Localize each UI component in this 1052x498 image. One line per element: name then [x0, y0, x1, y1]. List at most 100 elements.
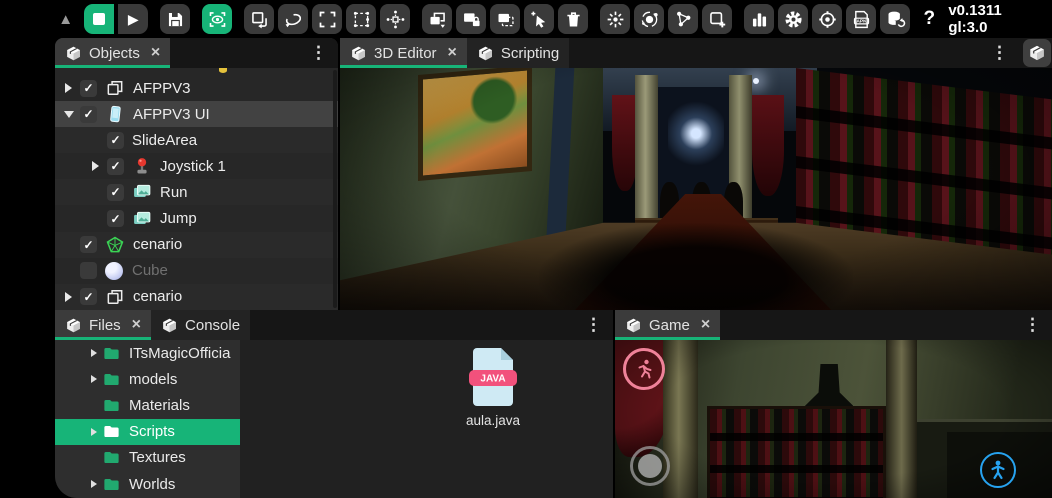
- tab-game[interactable]: Game ×: [615, 310, 720, 340]
- virtual-joystick[interactable]: [630, 446, 670, 486]
- add-object-button[interactable]: [702, 4, 732, 34]
- expand-arrow-icon[interactable]: [65, 292, 72, 302]
- tree-item-label: Joystick 1: [160, 158, 226, 175]
- tree-scrollbar[interactable]: [333, 70, 337, 308]
- expand-arrow-icon[interactable]: [91, 480, 97, 488]
- tree-item[interactable]: AFPPV3 UI: [55, 101, 338, 127]
- tree-item[interactable]: cenario: [55, 232, 338, 258]
- visibility-checkbox[interactable]: [107, 132, 124, 149]
- expand-arrow-icon[interactable]: [65, 83, 72, 93]
- folder-label: Worlds: [129, 476, 175, 493]
- svg-text:JAVA: JAVA: [480, 374, 505, 385]
- files-grid[interactable]: JAVA aula.java: [240, 340, 613, 498]
- tree-item[interactable]: Cube: [55, 258, 338, 284]
- lock-icon: [461, 9, 482, 30]
- stop-button[interactable]: [84, 4, 114, 34]
- expand-arrow-icon[interactable]: [92, 161, 99, 171]
- run-action-button[interactable]: [623, 348, 665, 390]
- folder-row-selected[interactable]: Scripts: [55, 419, 240, 445]
- panel-toggle-button[interactable]: [1023, 39, 1051, 67]
- expand-arrow-icon[interactable]: [91, 428, 97, 436]
- frame-dashed-icon: [495, 9, 516, 30]
- tree-item[interactable]: Joystick 1: [55, 153, 338, 179]
- folder-row[interactable]: Textures: [55, 445, 240, 471]
- save-button[interactable]: [160, 4, 190, 34]
- pivot-tool-button[interactable]: [380, 4, 410, 34]
- close-icon[interactable]: ×: [701, 316, 710, 334]
- close-icon[interactable]: ×: [132, 316, 141, 334]
- frames-icon: [105, 287, 125, 307]
- visibility-checkbox[interactable]: [80, 262, 97, 279]
- rotate-tool-button[interactable]: [278, 4, 308, 34]
- tab-objects[interactable]: Objects ×: [55, 38, 170, 68]
- editor-menu-icon[interactable]: ⋮: [980, 38, 1019, 68]
- top-toolbar: ▲ ▶: [55, 0, 1052, 38]
- visibility-checkbox[interactable]: [107, 210, 124, 227]
- tree-item[interactable]: cenario: [55, 284, 338, 310]
- visibility-checkbox[interactable]: [107, 158, 124, 175]
- folder-label: ITsMagicOfficia: [129, 345, 230, 362]
- tree-item-label: AFPPV3: [133, 80, 191, 97]
- file-item-aula-java[interactable]: JAVA aula.java: [455, 348, 531, 428]
- collapse-arrow-icon[interactable]: [64, 111, 74, 118]
- accessibility-button[interactable]: [980, 452, 1016, 488]
- instantiate-frame-button[interactable]: [490, 4, 520, 34]
- tree-item[interactable]: AFPPV3: [55, 75, 338, 101]
- project-settings-button[interactable]: [812, 4, 842, 34]
- move-tool-button[interactable]: [244, 4, 274, 34]
- collapse-toolbar-icon[interactable]: ▲: [55, 11, 76, 28]
- statistics-button[interactable]: [744, 4, 774, 34]
- preview-eye-button[interactable]: [202, 4, 232, 34]
- game-menu-icon[interactable]: ⋮: [1013, 310, 1052, 340]
- scene-vignette: [340, 68, 1052, 310]
- phone-icon: [105, 104, 125, 124]
- visibility-checkbox[interactable]: [80, 236, 97, 253]
- help-button[interactable]: ?: [914, 4, 944, 34]
- orbit-view-button[interactable]: [634, 4, 664, 34]
- export-apk-button[interactable]: APK: [846, 4, 876, 34]
- play-button[interactable]: ▶: [118, 4, 148, 34]
- visibility-checkbox[interactable]: [80, 106, 97, 123]
- editor-3d-viewport[interactable]: [340, 68, 1052, 310]
- tab-3d-editor[interactable]: 3D Editor ×: [340, 38, 467, 68]
- lens-flare-button[interactable]: [600, 4, 630, 34]
- folder-row[interactable]: models: [55, 366, 240, 392]
- expand-arrow-icon[interactable]: [91, 375, 97, 383]
- tab-console[interactable]: Console: [151, 310, 250, 340]
- editor-tabbar: 3D Editor × Scripting ⋮: [340, 38, 1052, 68]
- node-graph-button[interactable]: [668, 4, 698, 34]
- cursor-add-button[interactable]: [524, 4, 554, 34]
- folder-row[interactable]: Worlds: [55, 471, 240, 497]
- delete-button[interactable]: [558, 4, 588, 34]
- files-panel: Files × Console ⋮ ITsMagicOfficia models: [55, 310, 613, 498]
- tree-item-label: Jump: [160, 210, 197, 227]
- scale-tool-button[interactable]: [312, 4, 342, 34]
- files-menu-icon[interactable]: ⋮: [574, 310, 613, 340]
- visibility-checkbox[interactable]: [80, 80, 97, 97]
- tree-item[interactable]: SlideArea: [55, 127, 338, 153]
- objects-panel: Objects × ⋮ AFPPV3 AFPPV3 UI SlideArea: [55, 38, 338, 310]
- close-icon[interactable]: ×: [448, 44, 457, 62]
- close-icon[interactable]: ×: [151, 44, 160, 62]
- tab-files-label: Files: [89, 317, 121, 334]
- tab-scripting[interactable]: Scripting: [467, 38, 569, 68]
- settings-button[interactable]: [778, 4, 808, 34]
- joystick-knob[interactable]: [638, 454, 662, 478]
- add-cube-icon: [707, 9, 728, 30]
- visibility-checkbox[interactable]: [107, 184, 124, 201]
- database-sync-button[interactable]: [880, 4, 910, 34]
- objects-menu-icon[interactable]: ⋮: [299, 38, 338, 68]
- duplicate-object-button[interactable]: [422, 4, 452, 34]
- lock-object-button[interactable]: [456, 4, 486, 34]
- tab-files[interactable]: Files ×: [55, 310, 151, 340]
- folder-row[interactable]: Materials: [55, 392, 240, 418]
- cube-icon: [65, 317, 82, 334]
- trash-icon: [563, 9, 584, 30]
- visibility-checkbox[interactable]: [80, 288, 97, 305]
- tree-item[interactable]: Run: [55, 179, 338, 205]
- game-viewport[interactable]: [615, 340, 1052, 498]
- tree-item[interactable]: Jump: [55, 205, 338, 231]
- rect-select-tool-button[interactable]: [346, 4, 376, 34]
- expand-arrow-icon[interactable]: [91, 349, 97, 357]
- folder-row[interactable]: ITsMagicOfficia: [55, 340, 240, 366]
